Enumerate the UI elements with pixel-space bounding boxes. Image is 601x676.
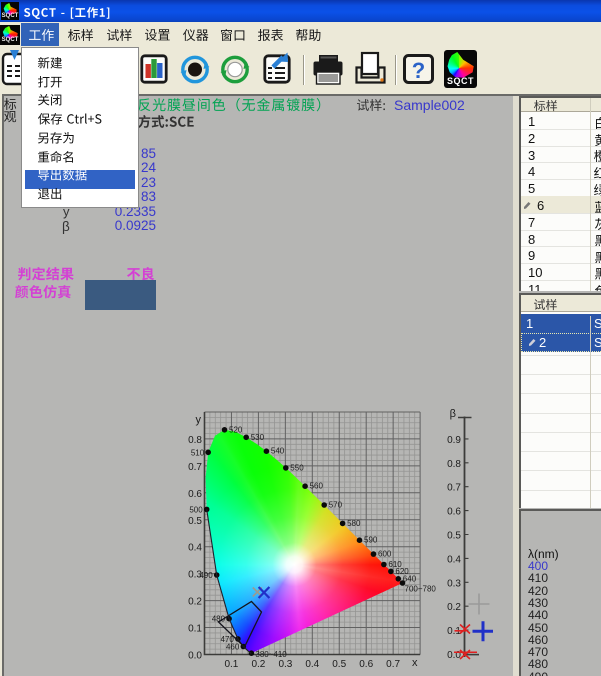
svg-text:510: 510 bbox=[191, 448, 205, 457]
svg-text:0.5: 0.5 bbox=[447, 531, 461, 542]
svg-text:0.8: 0.8 bbox=[447, 459, 461, 470]
svg-text:520: 520 bbox=[229, 425, 243, 434]
svg-text:590: 590 bbox=[364, 536, 378, 545]
svg-text:0.6: 0.6 bbox=[447, 507, 461, 518]
svg-text:0.9: 0.9 bbox=[447, 435, 461, 446]
svg-text:700~780: 700~780 bbox=[405, 585, 437, 594]
svg-text:550: 550 bbox=[290, 463, 304, 472]
svg-text:0.3: 0.3 bbox=[447, 578, 461, 589]
svg-text:460: 460 bbox=[226, 643, 240, 652]
svg-text:380~410: 380~410 bbox=[255, 650, 287, 659]
svg-text:530: 530 bbox=[251, 433, 265, 442]
svg-text:0.7: 0.7 bbox=[447, 483, 461, 494]
svg-text:640: 640 bbox=[403, 574, 417, 583]
svg-text:0.4: 0.4 bbox=[447, 554, 461, 565]
svg-text:600: 600 bbox=[378, 550, 392, 559]
svg-text:500: 500 bbox=[189, 505, 203, 514]
svg-text:?: ? bbox=[412, 58, 425, 83]
svg-text:540: 540 bbox=[271, 447, 285, 456]
svg-text:0.2: 0.2 bbox=[447, 602, 461, 613]
svg-text:490: 490 bbox=[199, 571, 213, 580]
svg-text:570: 570 bbox=[329, 501, 343, 510]
svg-text:β: β bbox=[450, 408, 456, 420]
svg-text:560: 560 bbox=[310, 482, 324, 491]
svg-text:580: 580 bbox=[347, 519, 361, 528]
